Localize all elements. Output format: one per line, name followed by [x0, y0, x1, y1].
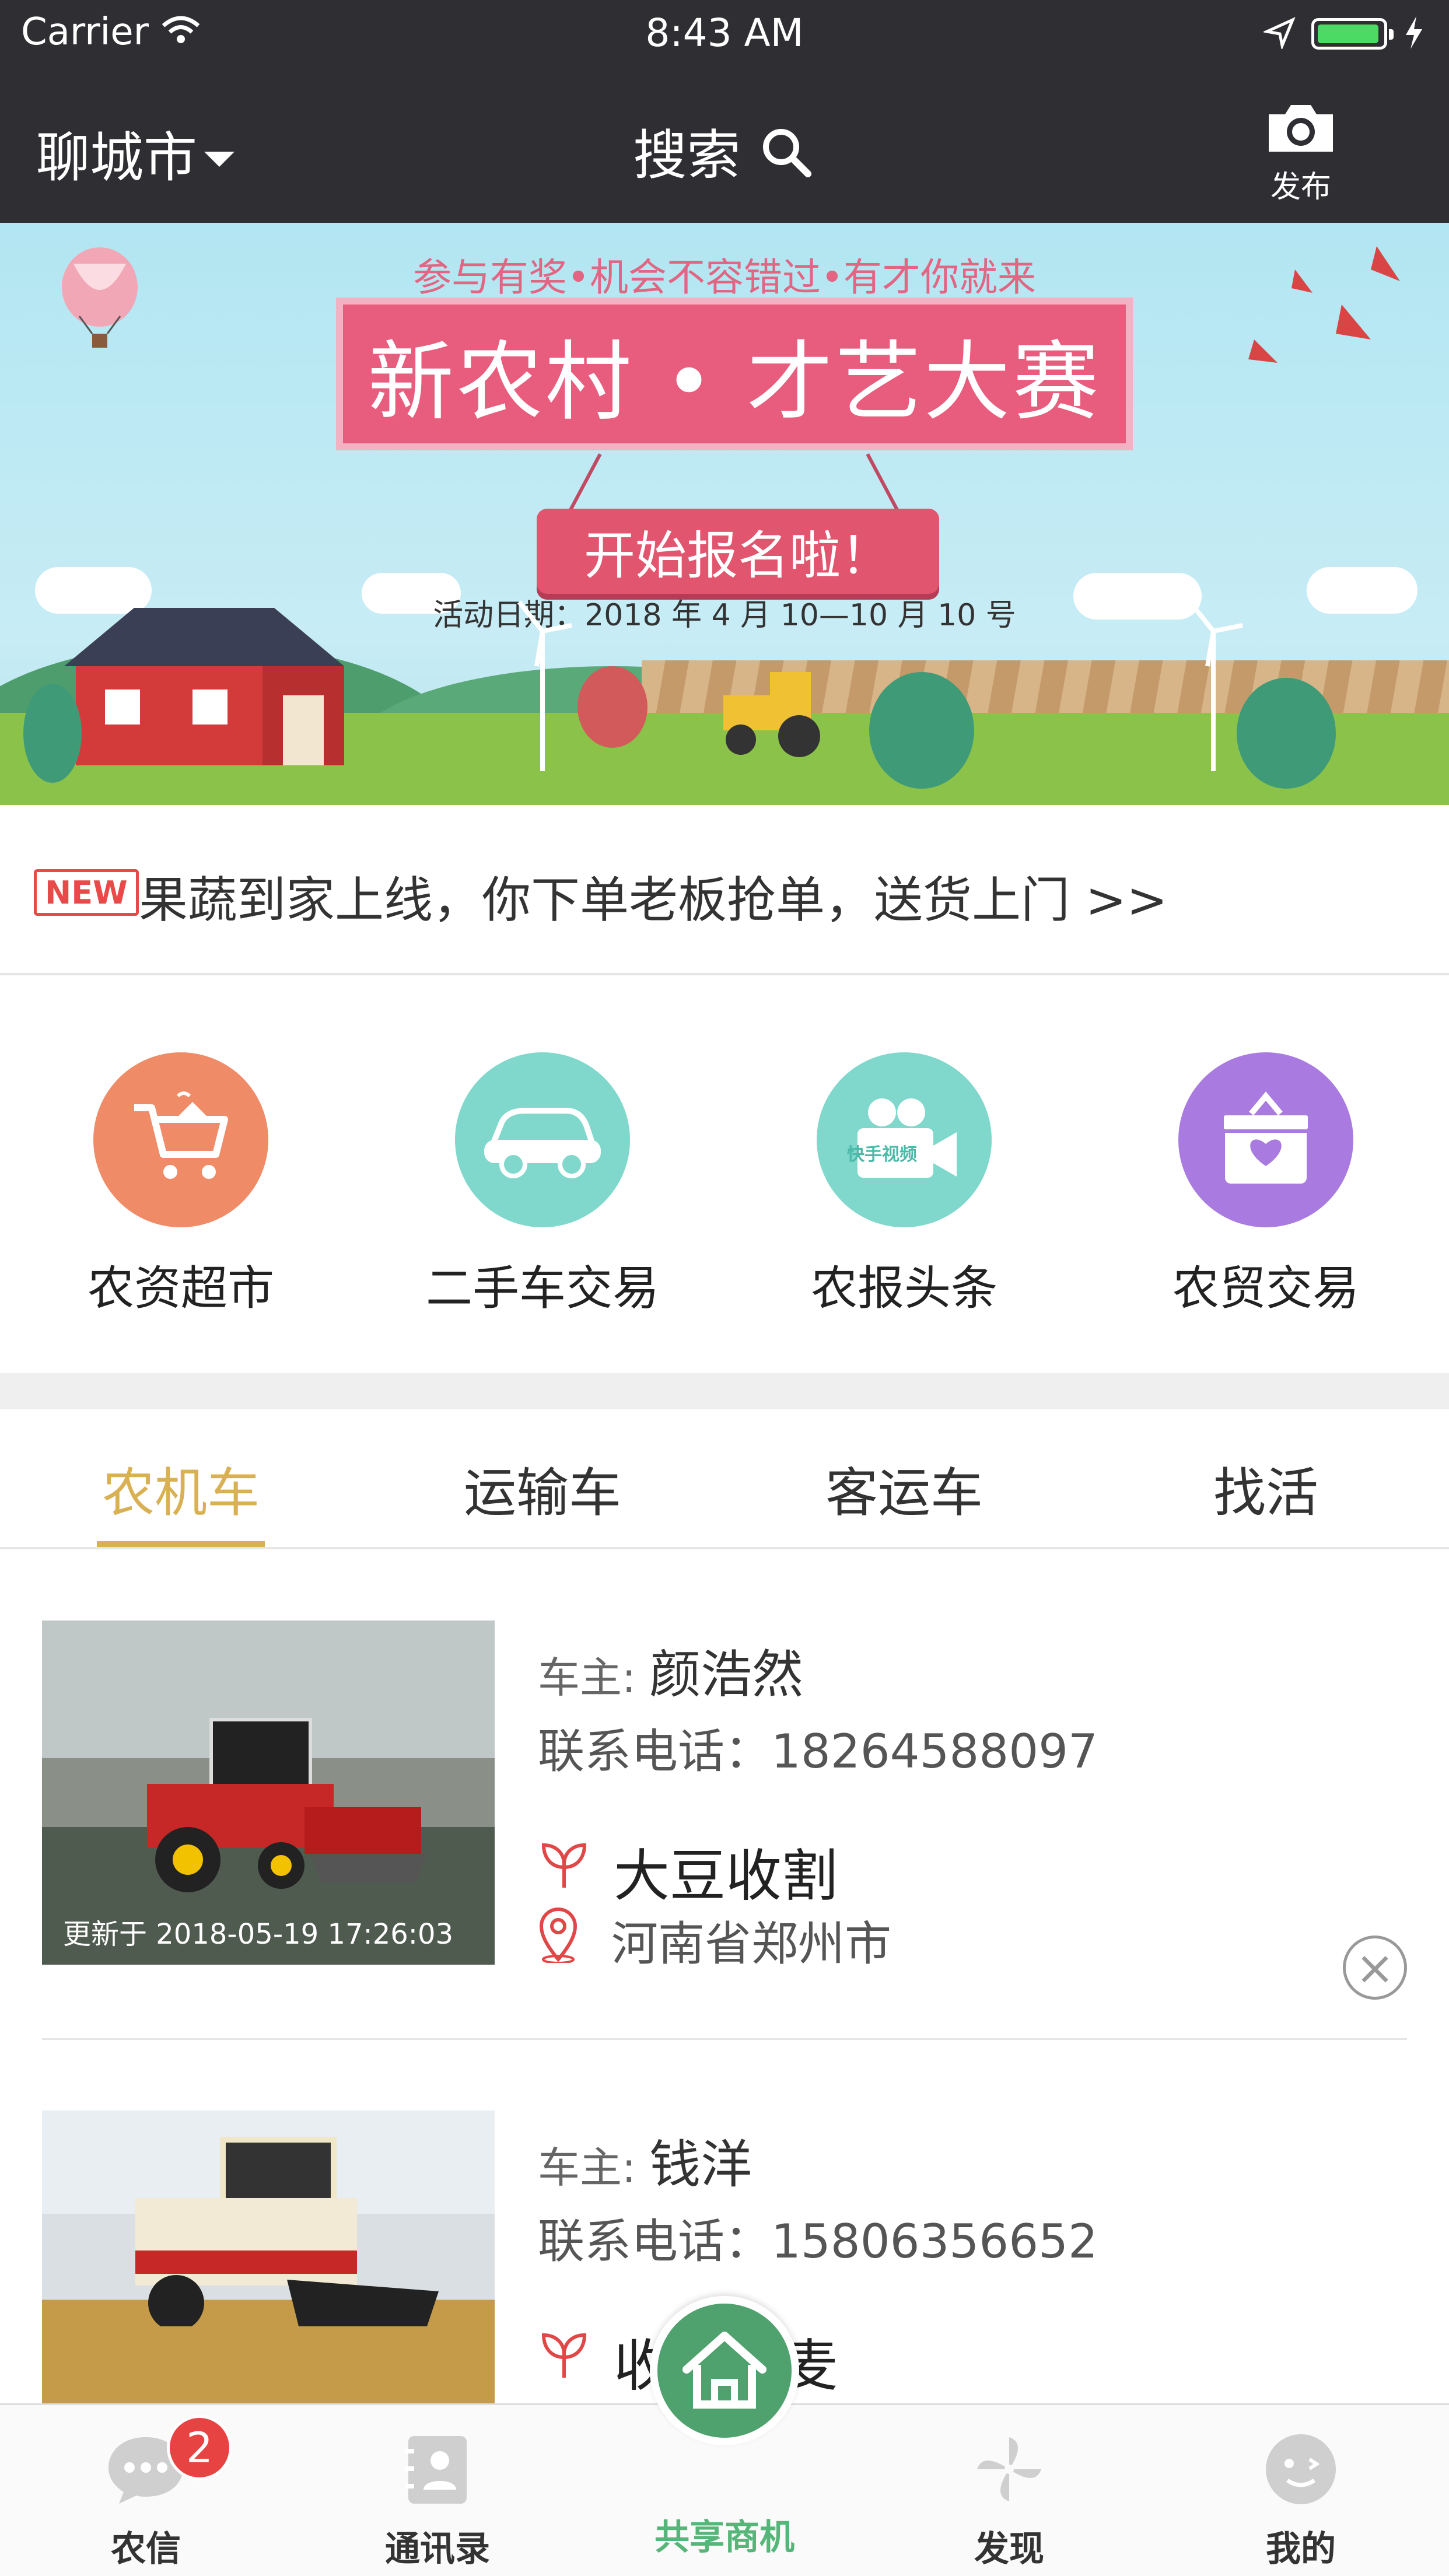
phone-label: 联系电话： [538, 1724, 771, 1779]
tab-discover[interactable]: 发现 [887, 2428, 1132, 2571]
car-icon [455, 1052, 630, 1227]
contact-book-icon [397, 2428, 478, 2510]
location-arrow-icon [1262, 16, 1296, 51]
phone-label: 联系电话： [538, 2214, 771, 2269]
close-icon[interactable]: × [1343, 1936, 1407, 2000]
tree-decoration [1237, 678, 1336, 789]
owner-name: 颜浩然 [649, 1644, 804, 1704]
publish-label: 发布 [1270, 170, 1331, 205]
charging-bolt-icon [1402, 15, 1426, 52]
top-bar: Carrier 8:43 AM 聊城市 搜索 发布 [0, 0, 1449, 223]
sign-string [866, 453, 900, 512]
owner-row: 车主: 钱洋 [538, 2123, 752, 2197]
search-button[interactable]: 搜索 [0, 112, 1449, 190]
owner-label: 车主: [538, 2143, 636, 2192]
tab-label: 发现 [974, 2529, 1044, 2570]
video-icon-caption: 快手视频 [847, 1144, 917, 1165]
location-pin-icon [538, 1907, 579, 1974]
unread-count-badge: 2 [167, 2415, 232, 2480]
smiley-face-icon [1260, 2428, 1342, 2510]
owner-row: 车主: 颜浩然 [538, 1633, 803, 1707]
status-time: 8:43 AM [645, 10, 804, 55]
barn-icon [52, 596, 356, 771]
camera-icon [1237, 98, 1365, 159]
harvester-image [112, 1708, 439, 1901]
tab-passenger-bus[interactable]: 客运车 [723, 1450, 1085, 1526]
search-label: 搜索 [633, 124, 741, 187]
vehicle-tabs: 农机车 运输车 客运车 找活 [0, 1409, 1449, 1549]
tractor-icon [712, 672, 840, 762]
news-text[interactable]: 果蔬到家上线，你下单老板抢单，送货上门 >> [139, 861, 1167, 932]
tab-find-work[interactable]: 找活 [1085, 1450, 1447, 1526]
sprout-icon [538, 1838, 590, 1904]
windmill-icon [508, 596, 578, 774]
tab-farm-machinery[interactable]: 农机车 [0, 1450, 362, 1526]
status-indicators [1262, 10, 1426, 57]
home-icon [657, 2304, 792, 2438]
tab-shared-business[interactable]: 共享商机 [602, 2498, 847, 2560]
tree-decoration [869, 672, 974, 789]
owner-label: 车主: [538, 1653, 636, 1702]
service-name: 大豆收割 [614, 1843, 838, 1909]
category-label: 农贸交易 [1172, 1261, 1359, 1315]
windmill-icon [1178, 596, 1248, 774]
battery-icon [1311, 18, 1394, 50]
category-used-car[interactable]: 二手车交易 [420, 1052, 665, 1318]
location-text: 河南省郑州市 [611, 1917, 891, 1971]
harvester-photo [42, 2110, 495, 2403]
tab-label: 农信 [111, 2529, 181, 2570]
updated-timestamp: 更新于 2018-05-19 17:26:03 [63, 1918, 454, 1951]
section-divider [0, 1373, 1449, 1409]
category-farm-news[interactable]: 快手视频 农报头条 [782, 1052, 1027, 1318]
phone-row[interactable]: 联系电话：15806356652 [538, 2204, 1098, 2272]
promo-banner[interactable]: 参与有奖•机会不容错过•有才你就来 新农村 • 才艺大赛 开始报名啦！ 活动日期… [0, 223, 1449, 805]
tab-transport-truck[interactable]: 运输车 [362, 1450, 723, 1526]
harvester-photo: 更新于 2018-05-19 17:26:03 [42, 1620, 495, 1965]
search-icon [758, 124, 816, 187]
home-center-button[interactable] [650, 2296, 799, 2445]
tab-label: 我的 [1266, 2529, 1336, 2570]
tab-profile[interactable]: 我的 [1178, 2428, 1423, 2571]
active-tab-indicator [97, 1541, 265, 1547]
banner-signup-tag: 开始报名啦！ [537, 509, 939, 594]
video-camera-icon: 快手视频 [817, 1052, 992, 1227]
banner-title: 新农村 • 才艺大赛 [368, 331, 1101, 432]
category-label: 农资超市 [88, 1261, 274, 1315]
list-divider [42, 2038, 1407, 2040]
phone-number[interactable]: 15806356652 [771, 2214, 1098, 2269]
tree-decoration [23, 684, 82, 783]
banner-subtitle: 参与有奖•机会不容错过•有才你就来 [413, 255, 1036, 300]
owner-name: 钱洋 [649, 2134, 752, 2194]
category-farm-supplies[interactable]: 农资超市 [58, 1052, 303, 1318]
news-ticker[interactable]: NEW 果蔬到家上线，你下单老板抢单，送货上门 >> [0, 805, 1449, 975]
banner-title-box: 新农村 • 才艺大赛 [336, 298, 1133, 450]
gift-box-icon [1178, 1052, 1353, 1227]
category-label: 农报头条 [811, 1261, 998, 1315]
category-farm-trade[interactable]: 农贸交易 [1143, 1052, 1388, 1318]
service-row: 大豆收割 [538, 1831, 838, 1912]
sprout-icon [538, 2328, 590, 2394]
category-label: 二手车交易 [426, 1261, 659, 1315]
new-badge: NEW [34, 869, 139, 916]
tree-decoration [578, 666, 648, 748]
shopping-cart-icon [93, 1052, 268, 1227]
pinwheel-icon [968, 2428, 1050, 2510]
phone-row[interactable]: 联系电话：18264588097 [538, 1714, 1098, 1782]
location-row: 河南省郑州市 [538, 1906, 891, 1974]
phone-number[interactable]: 18264588097 [771, 1724, 1098, 1779]
sign-string [568, 453, 602, 512]
publish-button[interactable]: 发布 [1237, 98, 1365, 206]
tab-label: 通讯录 [385, 2529, 490, 2570]
tab-label: 共享商机 [654, 2517, 794, 2558]
listing-card[interactable]: 更新于 2018-05-19 17:26:03 车主: 颜浩然 联系电话：182… [0, 1620, 1449, 2110]
tab-contacts[interactable]: 通讯录 [315, 2428, 560, 2571]
harvester-image [112, 2134, 439, 2331]
